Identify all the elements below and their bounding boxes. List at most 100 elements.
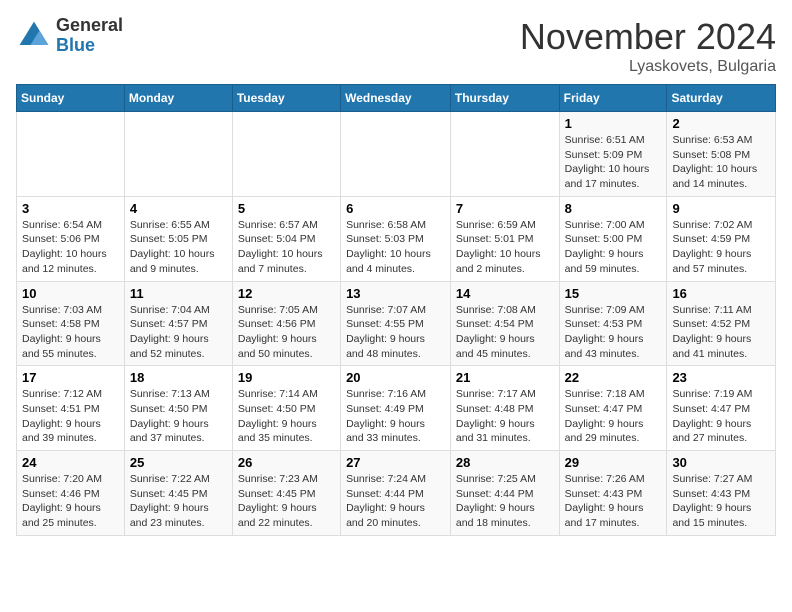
day-number: 28 — [456, 455, 554, 470]
calendar-cell: 11 Sunrise: 7:04 AM Sunset: 4:57 PM Dayli… — [124, 281, 232, 366]
day-number: 17 — [22, 370, 119, 385]
day-number: 14 — [456, 286, 554, 301]
day-info: Sunrise: 7:19 AM Sunset: 4:47 PM Dayligh… — [672, 387, 770, 446]
day-info: Sunrise: 7:17 AM Sunset: 4:48 PM Dayligh… — [456, 387, 554, 446]
calendar-cell: 20Sunrise: 7:16 AM Sunset: 4:49 PM Dayli… — [341, 366, 451, 451]
calendar-header-row: SundayMondayTuesdayWednesdayThursdayFrid… — [17, 85, 776, 112]
day-info: Sunrise: 7:25 AM Sunset: 4:44 PM Dayligh… — [456, 472, 554, 531]
day-number: 22 — [565, 370, 662, 385]
calendar-cell: 29 Sunrise: 7:26 AM Sunset: 4:43 PM Dayli… — [559, 451, 667, 536]
weekday-header: Thursday — [450, 85, 559, 112]
calendar-cell: 24 Sunrise: 7:20 AM Sunset: 4:46 PM Dayli… — [17, 451, 125, 536]
weekday-header: Saturday — [667, 85, 776, 112]
day-info: Sunrise: 7:14 AM Sunset: 4:50 PM Dayligh… — [238, 387, 335, 446]
day-info: Sunrise: 7:13 AM Sunset: 4:50 PM Dayligh… — [130, 387, 227, 446]
day-number: 6 — [346, 201, 445, 216]
calendar-cell: 7Sunrise: 6:59 AM Sunset: 5:01 PM Daylig… — [450, 196, 559, 281]
day-number: 23 — [672, 370, 770, 385]
day-number: 9 — [672, 201, 770, 216]
calendar-cell: 4 Sunrise: 6:55 AM Sunset: 5:05 PM Daylig… — [124, 196, 232, 281]
day-info: Sunrise: 7:12 AM Sunset: 4:51 PM Dayligh… — [22, 387, 119, 446]
logo-icon — [16, 18, 52, 54]
day-number: 13 — [346, 286, 445, 301]
day-number: 18 — [130, 370, 227, 385]
day-number: 3 — [22, 201, 119, 216]
calendar-cell: 2 Sunrise: 6:53 AM Sunset: 5:08 PM Daylig… — [667, 112, 776, 197]
day-info: Sunrise: 7:27 AM Sunset: 4:43 PM Dayligh… — [672, 472, 770, 531]
day-number: 15 — [565, 286, 662, 301]
calendar-cell: 8 Sunrise: 7:00 AM Sunset: 5:00 PM Daylig… — [559, 196, 667, 281]
day-number: 27 — [346, 455, 445, 470]
weekday-header: Tuesday — [232, 85, 340, 112]
day-number: 2 — [672, 116, 770, 131]
day-info: Sunrise: 7:24 AM Sunset: 4:44 PM Dayligh… — [346, 472, 445, 531]
day-number: 24 — [22, 455, 119, 470]
day-number: 11 — [130, 286, 227, 301]
day-info: Sunrise: 7:23 AM Sunset: 4:45 PM Dayligh… — [238, 472, 335, 531]
day-number: 21 — [456, 370, 554, 385]
month-title: November 2024 — [520, 16, 776, 58]
calendar-cell: 18 Sunrise: 7:13 AM Sunset: 4:50 PM Dayli… — [124, 366, 232, 451]
day-info: Sunrise: 6:57 AM Sunset: 5:04 PM Dayligh… — [238, 218, 335, 277]
day-number: 8 — [565, 201, 662, 216]
day-info: Sunrise: 6:54 AM Sunset: 5:06 PM Dayligh… — [22, 218, 119, 277]
day-info: Sunrise: 6:59 AM Sunset: 5:01 PM Dayligh… — [456, 218, 554, 277]
logo-general: General — [56, 16, 123, 36]
calendar-cell — [450, 112, 559, 197]
day-info: Sunrise: 6:53 AM Sunset: 5:08 PM Dayligh… — [672, 133, 770, 192]
day-info: Sunrise: 7:02 AM Sunset: 4:59 PM Dayligh… — [672, 218, 770, 277]
calendar-table: SundayMondayTuesdayWednesdayThursdayFrid… — [16, 84, 776, 536]
calendar-cell: 3 Sunrise: 6:54 AM Sunset: 5:06 PM Daylig… — [17, 196, 125, 281]
calendar-week-row: 1Sunrise: 6:51 AM Sunset: 5:09 PM Daylig… — [17, 112, 776, 197]
day-number: 25 — [130, 455, 227, 470]
calendar-cell: 19 Sunrise: 7:14 AM Sunset: 4:50 PM Dayli… — [232, 366, 340, 451]
calendar-cell — [232, 112, 340, 197]
day-number: 4 — [130, 201, 227, 216]
weekday-header: Sunday — [17, 85, 125, 112]
calendar-cell — [341, 112, 451, 197]
day-number: 19 — [238, 370, 335, 385]
day-info: Sunrise: 7:16 AM Sunset: 4:49 PM Dayligh… — [346, 387, 445, 446]
calendar-week-row: 24 Sunrise: 7:20 AM Sunset: 4:46 PM Dayli… — [17, 451, 776, 536]
logo-text: General Blue — [56, 16, 123, 56]
day-info: Sunrise: 7:20 AM Sunset: 4:46 PM Dayligh… — [22, 472, 119, 531]
day-info: Sunrise: 7:11 AM Sunset: 4:52 PM Dayligh… — [672, 303, 770, 362]
calendar-cell: 14 Sunrise: 7:08 AM Sunset: 4:54 PM Dayli… — [450, 281, 559, 366]
day-info: Sunrise: 7:00 AM Sunset: 5:00 PM Dayligh… — [565, 218, 662, 277]
location: Lyaskovets, Bulgaria — [520, 58, 776, 76]
day-number: 5 — [238, 201, 335, 216]
day-info: Sunrise: 6:55 AM Sunset: 5:05 PM Dayligh… — [130, 218, 227, 277]
calendar-cell — [124, 112, 232, 197]
calendar-cell: 28 Sunrise: 7:25 AM Sunset: 4:44 PM Dayli… — [450, 451, 559, 536]
calendar-cell: 10Sunrise: 7:03 AM Sunset: 4:58 PM Dayli… — [17, 281, 125, 366]
calendar-cell: 25 Sunrise: 7:22 AM Sunset: 4:45 PM Dayli… — [124, 451, 232, 536]
calendar-cell: 27 Sunrise: 7:24 AM Sunset: 4:44 PM Dayli… — [341, 451, 451, 536]
weekday-header: Friday — [559, 85, 667, 112]
day-info: Sunrise: 7:04 AM Sunset: 4:57 PM Dayligh… — [130, 303, 227, 362]
calendar-cell — [17, 112, 125, 197]
day-number: 30 — [672, 455, 770, 470]
calendar-cell: 5 Sunrise: 6:57 AM Sunset: 5:04 PM Daylig… — [232, 196, 340, 281]
logo: General Blue — [16, 16, 123, 56]
day-info: Sunrise: 7:26 AM Sunset: 4:43 PM Dayligh… — [565, 472, 662, 531]
weekday-header: Monday — [124, 85, 232, 112]
calendar-cell: 13 Sunrise: 7:07 AM Sunset: 4:55 PM Dayli… — [341, 281, 451, 366]
day-number: 12 — [238, 286, 335, 301]
logo-blue: Blue — [56, 36, 123, 56]
day-info: Sunrise: 7:08 AM Sunset: 4:54 PM Dayligh… — [456, 303, 554, 362]
calendar-cell: 6 Sunrise: 6:58 AM Sunset: 5:03 PM Daylig… — [341, 196, 451, 281]
day-number: 16 — [672, 286, 770, 301]
calendar-week-row: 17 Sunrise: 7:12 AM Sunset: 4:51 PM Dayli… — [17, 366, 776, 451]
day-number: 29 — [565, 455, 662, 470]
day-info: Sunrise: 7:07 AM Sunset: 4:55 PM Dayligh… — [346, 303, 445, 362]
day-info: Sunrise: 6:58 AM Sunset: 5:03 PM Dayligh… — [346, 218, 445, 277]
calendar-week-row: 10Sunrise: 7:03 AM Sunset: 4:58 PM Dayli… — [17, 281, 776, 366]
calendar-cell: 22 Sunrise: 7:18 AM Sunset: 4:47 PM Dayli… — [559, 366, 667, 451]
title-block: November 2024 Lyaskovets, Bulgaria — [520, 16, 776, 76]
calendar-cell: 30 Sunrise: 7:27 AM Sunset: 4:43 PM Dayli… — [667, 451, 776, 536]
page-header: General Blue November 2024 Lyaskovets, B… — [16, 16, 776, 76]
calendar-cell: 9 Sunrise: 7:02 AM Sunset: 4:59 PM Daylig… — [667, 196, 776, 281]
day-info: Sunrise: 6:51 AM Sunset: 5:09 PM Dayligh… — [565, 133, 662, 192]
day-info: Sunrise: 7:22 AM Sunset: 4:45 PM Dayligh… — [130, 472, 227, 531]
day-info: Sunrise: 7:18 AM Sunset: 4:47 PM Dayligh… — [565, 387, 662, 446]
